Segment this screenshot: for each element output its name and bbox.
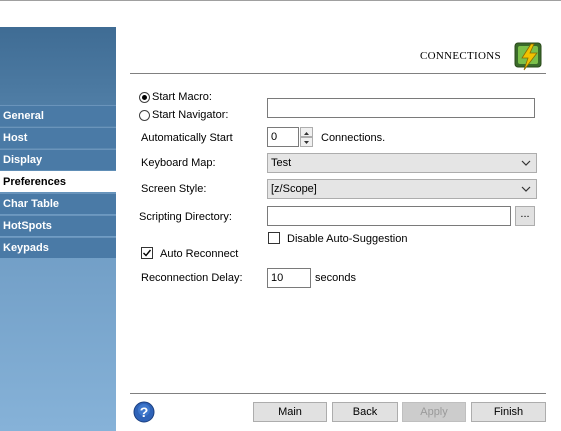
reconnect-delay-label: Reconnection Delay: [141,272,243,284]
keyboard-map-value: Test [271,157,292,169]
chevron-down-icon [521,160,531,166]
auto-start-suffix: Connections. [321,132,386,144]
disable-autosuggest-checkbox[interactable] [268,232,280,244]
radio-selected-dot [142,95,147,100]
connections-icon [514,42,542,71]
sidebar-nav: General Host Display Preferences Char Ta… [0,105,116,259]
sidebar: General Host Display Preferences Char Ta… [0,27,116,431]
checkmark-icon [143,249,152,257]
sidebar-item-char-table[interactable]: Char Table [0,193,116,214]
arrow-up-icon [304,132,309,135]
sidebar-item-host[interactable]: Host [0,127,116,148]
screen-style-label: Screen Style: [141,183,207,195]
spin-down-button[interactable] [300,137,313,147]
disable-autosuggest-label: Disable Auto-Suggestion [287,233,408,245]
start-macro-label: Start Macro: [152,91,212,103]
keyboard-map-select[interactable]: Test [267,153,537,173]
sidebar-item-preferences[interactable]: Preferences [0,171,116,192]
apply-button[interactable]: Apply [402,402,466,422]
screen-style-select[interactable]: [z/Scope] [267,179,537,199]
spin-up-button[interactable] [300,127,313,137]
arrow-down-icon [304,141,309,144]
help-icon[interactable]: ? [133,401,155,423]
sidebar-item-display[interactable]: Display [0,149,116,170]
start-macro-input[interactable] [267,98,535,118]
svg-text:?: ? [140,404,149,420]
auto-start-label: Automatically Start [141,132,233,144]
top-border [0,0,561,1]
scripting-directory-input[interactable] [267,206,511,226]
back-button[interactable]: Back [332,402,398,422]
sidebar-item-hotspots[interactable]: HotSpots [0,215,116,236]
main-button[interactable]: Main [253,402,327,422]
keyboard-map-label: Keyboard Map: [141,157,216,169]
auto-reconnect-checkbox[interactable] [141,247,153,259]
sidebar-item-general[interactable]: General [0,105,116,126]
header-divider-highlight [130,74,546,75]
scripting-directory-label: Scripting Directory: [139,211,232,223]
sidebar-item-keypads[interactable]: Keypads [0,237,116,258]
start-navigator-label: Start Navigator: [152,109,229,121]
browse-button[interactable]: ... [515,206,535,226]
reconnect-delay-input[interactable]: 10 [267,268,311,288]
page-title: CONNECTIONS [420,50,501,62]
footer-divider-highlight [130,394,546,395]
chevron-down-icon [521,186,531,192]
auto-reconnect-label: Auto Reconnect [160,248,239,260]
reconnect-delay-suffix: seconds [315,272,356,284]
auto-start-spinner[interactable] [300,127,313,147]
start-navigator-radio[interactable] [139,110,150,121]
finish-button[interactable]: Finish [471,402,546,422]
start-macro-radio[interactable] [139,92,150,103]
auto-start-input[interactable]: 0 [267,127,299,147]
screen-style-value: [z/Scope] [271,183,317,195]
